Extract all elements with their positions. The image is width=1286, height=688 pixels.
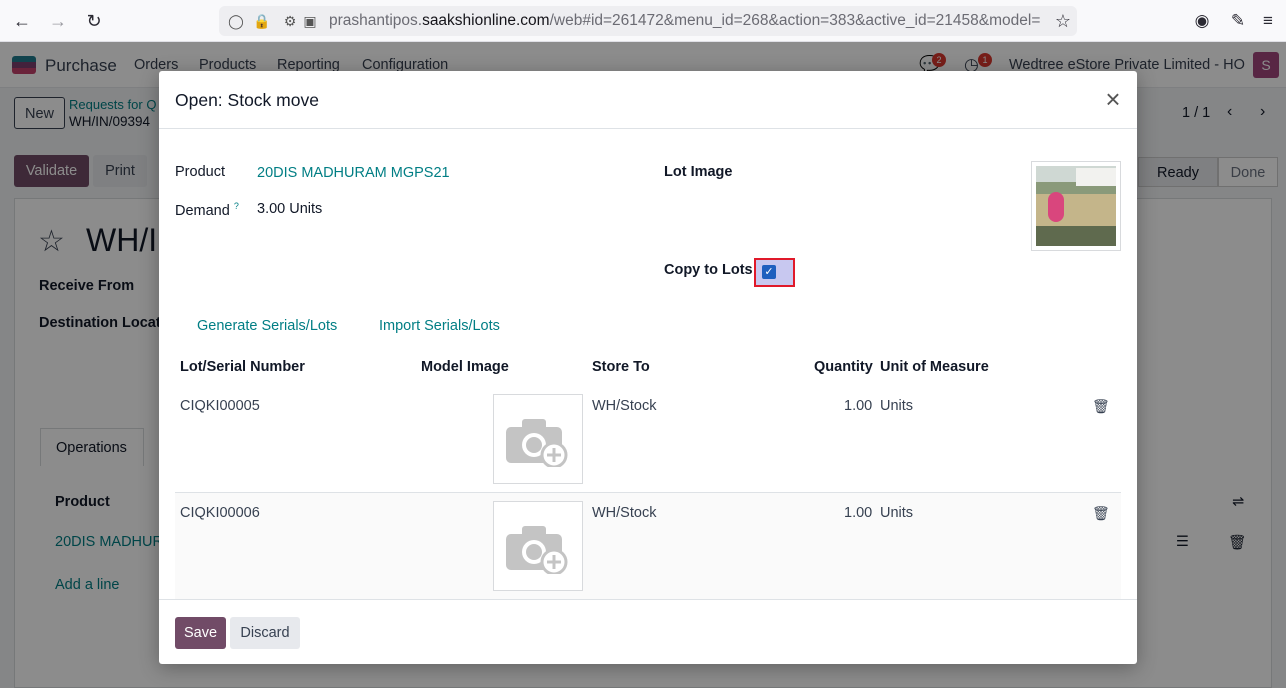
lot-image[interactable] — [1031, 161, 1121, 251]
copy-to-lots-highlight: ✓ — [754, 258, 795, 287]
import-serials-link[interactable]: Import Serials/Lots — [379, 318, 500, 334]
product-value-link[interactable]: 20DIS MADHURAM MGPS21 — [257, 165, 450, 181]
lot-cell[interactable]: CIQKI00006 — [180, 505, 260, 521]
col-store-to[interactable]: Store To — [592, 359, 650, 375]
lot-photo — [1036, 166, 1116, 246]
quantity-cell[interactable]: 1.00 — [844, 505, 872, 521]
address-bar[interactable]: ◯ 🔒 ⚙ ▣ prashantipos.saakshionline.com/w… — [219, 6, 1077, 36]
add-photo-icon — [506, 419, 568, 467]
modal-footer: Save Discard — [159, 599, 1137, 664]
forward-icon[interactable]: → — [46, 9, 70, 33]
store-to-cell[interactable]: WH/Stock — [592, 505, 656, 521]
lot-cell[interactable]: CIQKI00005 — [180, 398, 260, 414]
shield-icon[interactable]: ◯ — [227, 12, 245, 30]
lock-icon[interactable]: 🔒 — [253, 12, 271, 30]
permissions-icon[interactable]: ⚙ — [281, 12, 299, 30]
demand-value: 3.00 Units — [257, 201, 323, 217]
bookmark-star-icon[interactable]: ☆ — [1055, 11, 1071, 32]
col-quantity[interactable]: Quantity — [814, 359, 873, 375]
delete-row-icon[interactable]: 🗑 — [1092, 505, 1110, 522]
uom-cell[interactable]: Units — [880, 505, 913, 521]
modal-title: Open: Stock move — [175, 90, 319, 110]
save-button[interactable]: Save — [175, 617, 226, 649]
reload-icon[interactable]: ↻ — [82, 9, 106, 33]
url-text[interactable]: prashantipos.saakshionline.com/web#id=26… — [329, 12, 1044, 30]
copy-to-lots-label: Copy to Lots — [664, 262, 753, 278]
back-icon[interactable]: ← — [10, 9, 34, 33]
help-tooltip-icon[interactable]: ? — [234, 201, 239, 211]
add-photo-icon — [506, 526, 568, 574]
lot-image-label: Lot Image — [664, 164, 733, 180]
quantity-cell[interactable]: 1.00 — [844, 398, 872, 414]
model-image-placeholder[interactable] — [493, 394, 583, 484]
col-model-image[interactable]: Model Image — [421, 359, 509, 375]
discard-button[interactable]: Discard — [230, 617, 300, 649]
col-uom[interactable]: Unit of Measure — [880, 359, 989, 375]
stock-move-dialog: Open: Stock move × Product 20DIS MADHURA… — [159, 71, 1137, 664]
browser-toolbar: ← → ↻ ◯ 🔒 ⚙ ▣ prashantipos.saakshionline… — [0, 0, 1286, 42]
extensions-icon[interactable]: ✎ — [1226, 9, 1250, 33]
camera-icon[interactable]: ▣ — [301, 12, 319, 30]
table-row[interactable]: CIQKI00005 WH/Stock 1.00 Units 🗑 — [175, 386, 1121, 493]
col-lot-serial[interactable]: Lot/Serial Number — [180, 359, 305, 375]
copy-to-lots-checkbox[interactable]: ✓ — [762, 265, 776, 279]
delete-row-icon[interactable]: 🗑 — [1092, 398, 1110, 415]
store-to-cell[interactable]: WH/Stock — [592, 398, 656, 414]
table-row[interactable]: CIQKI00006 WH/Stock 1.00 Units 🗑 — [175, 492, 1121, 599]
uom-cell[interactable]: Units — [880, 398, 913, 414]
menu-icon[interactable]: ≡ — [1256, 9, 1280, 33]
account-icon[interactable]: ◉ — [1190, 9, 1214, 33]
demand-label: Demand ? — [175, 201, 239, 219]
modal-header: Open: Stock move × — [159, 71, 1137, 129]
close-icon[interactable]: × — [1101, 85, 1125, 113]
generate-serials-link[interactable]: Generate Serials/Lots — [197, 318, 337, 334]
product-label: Product — [175, 164, 225, 180]
model-image-placeholder[interactable] — [493, 501, 583, 591]
